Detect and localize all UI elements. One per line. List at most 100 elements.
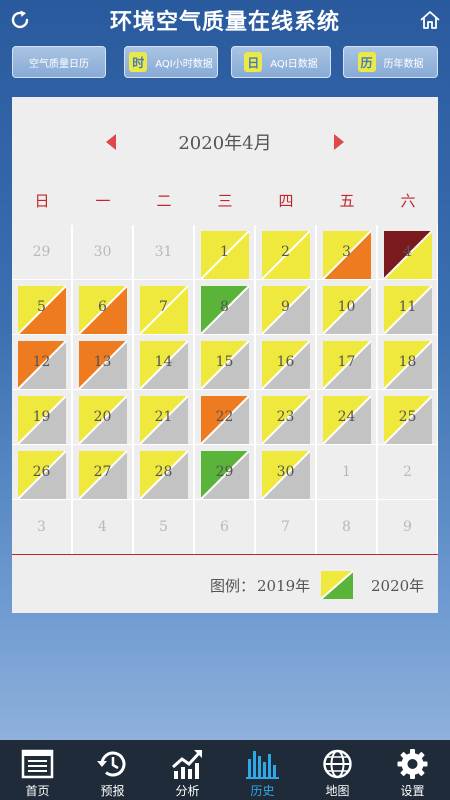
calendar-day-cell[interactable]: 5	[134, 500, 193, 554]
calendar-day-cell[interactable]: 3	[12, 500, 71, 554]
nav-button-label: 历年数据	[383, 58, 424, 70]
weekday-wed: 三	[217, 192, 233, 210]
calendar-day-cell[interactable]: 7	[134, 280, 193, 334]
calendar-day-cell[interactable]: 12	[12, 335, 71, 389]
calendar-day-cell[interactable]: 6	[195, 500, 254, 554]
history-clock-icon	[97, 751, 126, 777]
nav-air-quality-calendar-button[interactable]: 空气质量日历	[12, 46, 106, 78]
day-number: 11	[398, 299, 417, 315]
tab-label: 设置	[400, 784, 425, 798]
calendar-day-cell[interactable]: 4	[73, 500, 132, 554]
weekday-tue: 二	[156, 192, 172, 210]
calendar-day-cell[interactable]: 9	[256, 280, 315, 334]
calendar-day-cell[interactable]: 21	[134, 390, 193, 444]
day-icon: 日	[244, 52, 263, 72]
calendar-day-cell[interactable]: 13	[73, 335, 132, 389]
day-number: 27	[93, 464, 112, 480]
weekday-thu: 四	[278, 192, 294, 210]
calendar-day-cell[interactable]: 20	[73, 390, 132, 444]
day-number: 17	[337, 354, 356, 370]
home-button[interactable]	[416, 6, 444, 34]
calendar-day-cell[interactable]: 18	[378, 335, 437, 389]
day-number: 29	[215, 464, 234, 480]
calendar-day-cell[interactable]: 16	[256, 335, 315, 389]
calendar-day-cell[interactable]: 26	[12, 445, 71, 499]
day-number: 16	[276, 354, 295, 370]
calendar-day-cell[interactable]: 4	[378, 225, 437, 279]
calendar-day-cell[interactable]: 7	[256, 500, 315, 554]
calendar-day-cell[interactable]: 29	[12, 225, 71, 279]
calendar-day-cell[interactable]: 30	[256, 445, 315, 499]
tab-map[interactable]: 地图	[300, 740, 375, 800]
day-number: 2	[281, 244, 290, 260]
calendar-day-cell[interactable]: 19	[12, 390, 71, 444]
day-number: 3	[342, 244, 351, 260]
day-number: 28	[154, 464, 173, 480]
app-header: 环境空气质量在线系统	[0, 0, 450, 40]
day-number: 1	[220, 244, 229, 260]
day-number: 20	[93, 409, 112, 425]
calendar-day-cell[interactable]: 1	[195, 225, 254, 279]
tab-history[interactable]: 历史	[225, 740, 300, 800]
nav-historical-data-button[interactable]: 历 历年数据	[343, 46, 438, 78]
calendar-day-cell[interactable]: 1	[317, 445, 376, 499]
legend-year-2019: 2019年	[257, 577, 311, 595]
day-number: 19	[32, 409, 51, 425]
day-number: 24	[337, 409, 356, 425]
day-number: 30	[93, 244, 112, 260]
bar-chart-icon	[246, 751, 279, 779]
hour-icon: 时	[129, 52, 148, 72]
calendar-day-cell[interactable]: 23	[256, 390, 315, 444]
next-month-button[interactable]	[332, 133, 346, 151]
nav-button-label: AQI小时数据	[155, 58, 213, 70]
calendar-day-cell[interactable]: 25	[378, 390, 437, 444]
day-number: 15	[215, 354, 234, 370]
calendar-history-icon: 历	[357, 52, 376, 72]
calendar-day-cell[interactable]: 2	[256, 225, 315, 279]
calendar-day-cell[interactable]: 11	[378, 280, 437, 334]
divider	[12, 554, 438, 555]
calendar-day-cell[interactable]: 30	[73, 225, 132, 279]
day-number: 23	[276, 409, 295, 425]
nav-aqi-daily-button[interactable]: 日 AQI日数据	[231, 46, 331, 78]
nav-button-label: 空气质量日历	[29, 58, 89, 70]
calendar-day-cell[interactable]: 6	[73, 280, 132, 334]
legend-year-2020: 2020年	[371, 577, 425, 595]
refresh-button[interactable]	[6, 6, 34, 34]
calendar-day-cell[interactable]: 8	[195, 280, 254, 334]
calendar-day-cell[interactable]: 28	[134, 445, 193, 499]
calendar-day-cell[interactable]: 5	[12, 280, 71, 334]
tab-label: 分析	[175, 784, 200, 798]
tab-home[interactable]: 首页	[0, 740, 75, 800]
calendar-day-cell[interactable]: 3	[317, 225, 376, 279]
calendar-day-cell[interactable]: 31	[134, 225, 193, 279]
home-icon	[420, 11, 440, 29]
tab-label: 地图	[325, 784, 350, 798]
day-number: 1	[342, 464, 351, 480]
calendar-day-cell[interactable]: 8	[317, 500, 376, 554]
day-number: 30	[276, 464, 295, 480]
calendar-day-cell[interactable]: 27	[73, 445, 132, 499]
calendar-day-cell[interactable]: 17	[317, 335, 376, 389]
tab-forecast[interactable]: 预报	[75, 740, 150, 800]
weekday-mon: 一	[95, 192, 111, 210]
calendar-day-cell[interactable]: 9	[378, 500, 437, 554]
day-number: 5	[37, 299, 46, 315]
calendar-day-cell[interactable]: 22	[195, 390, 254, 444]
calendar-day-cell[interactable]: 15	[195, 335, 254, 389]
tab-label: 首页	[25, 784, 50, 798]
calendar-day-cell[interactable]: 14	[134, 335, 193, 389]
trend-chart-icon	[172, 750, 202, 779]
day-number: 18	[398, 354, 417, 370]
day-number: 3	[37, 519, 46, 535]
calendar-day-cell[interactable]: 29	[195, 445, 254, 499]
calendar-day-cell[interactable]: 10	[317, 280, 376, 334]
calendar-day-cell[interactable]: 24	[317, 390, 376, 444]
tab-settings[interactable]: 设置	[375, 740, 450, 800]
app-title: 环境空气质量在线系统	[109, 10, 340, 35]
nav-aqi-hourly-button[interactable]: 时 AQI小时数据	[124, 46, 218, 78]
day-number: 2	[403, 464, 412, 480]
tab-analysis[interactable]: 分析	[150, 740, 225, 800]
calendar-day-cell[interactable]: 2	[378, 445, 437, 499]
day-number: 21	[154, 409, 173, 425]
